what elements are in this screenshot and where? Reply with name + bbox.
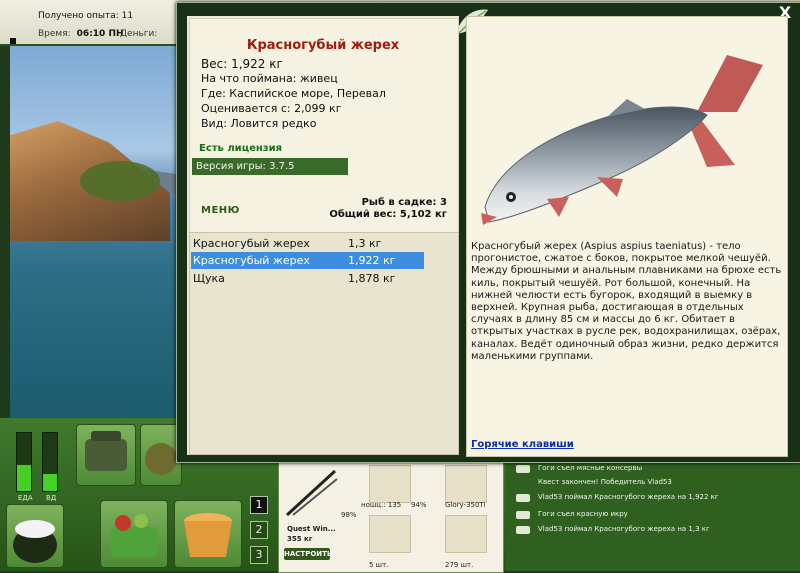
- log-icon: [516, 465, 530, 473]
- log-line: Vlad53 поймал Красногубого жереха на 1,3…: [538, 525, 710, 533]
- caught-with: На что поймана: живец: [201, 72, 338, 85]
- lure-slot[interactable]: [445, 465, 487, 503]
- reel-percent: 94%: [411, 501, 427, 509]
- cauldron-slot[interactable]: [6, 504, 64, 568]
- rod-count: 355 кг: [287, 535, 313, 543]
- fish-name-title: Красногубый жерех: [246, 38, 400, 53]
- slot-button-2[interactable]: 2: [250, 521, 268, 539]
- catch-list-row-selected[interactable]: Красногубый жерех 1,922 кг: [191, 252, 424, 269]
- total-weight: Общий вес: 5,102 кг: [329, 209, 447, 220]
- bucket-slot[interactable]: [174, 500, 242, 568]
- log-line: Гоги съел красную икру: [538, 510, 628, 518]
- fishing-rod-icon: [285, 469, 338, 517]
- lure-label: Glory-350Ti: [445, 501, 486, 509]
- catch-weight: 1,3 кг: [348, 237, 382, 250]
- drink-label: ВД: [46, 494, 57, 502]
- food-meter: [16, 432, 32, 492]
- catch-weight: 1,922 кг: [348, 254, 396, 267]
- reel-label: ношц.: 135: [361, 501, 402, 509]
- basket-slot[interactable]: [100, 500, 168, 568]
- menu-button[interactable]: МЕНЮ: [201, 205, 240, 216]
- time-readout: Время: 06:10 ПН: [38, 29, 124, 39]
- game-version: Версия игры: 3.7.5: [192, 158, 348, 175]
- log-line: Гоги съел мясные консервы: [538, 464, 643, 472]
- slot-button-1[interactable]: 1: [250, 496, 268, 514]
- event-log: Гоги съел мясные консервы Квест закончен…: [506, 462, 800, 571]
- cauldron-icon: [13, 520, 57, 563]
- slot-button-3[interactable]: 3: [250, 546, 268, 564]
- basket-icon: [111, 514, 157, 557]
- food-meter-fill: [17, 464, 31, 491]
- catch-name: Щука: [193, 272, 225, 285]
- log-icon: [516, 526, 530, 534]
- fish-description: Красногубый жерех (Aspius aspius taeniat…: [471, 241, 782, 362]
- catch-location: Где: Каспийское море, Перевал: [201, 87, 386, 100]
- tackle-box-icon: [85, 431, 127, 471]
- log-icon: [516, 511, 530, 519]
- status-bar-marker: [10, 38, 16, 44]
- fish-picture-panel: [466, 16, 788, 457]
- hook-slot[interactable]: [369, 515, 411, 553]
- drink-meter-fill: [43, 473, 57, 491]
- experience-text: Получено опыта: 11: [38, 11, 134, 21]
- money-label: Деньги:: [120, 29, 158, 39]
- food-bag-icon: [145, 443, 177, 475]
- bait-slot[interactable]: [445, 515, 487, 553]
- fish-image: [481, 55, 763, 225]
- hotkeys-link[interactable]: Горячие клавиши: [471, 439, 574, 450]
- catch-list-row[interactable]: Красногубый жерех 1,3 кг: [191, 235, 424, 252]
- log-line: Квест закончен! Победитель Vlad53: [538, 478, 672, 486]
- catch-name: Красногубый жерех: [193, 254, 310, 267]
- food-label: ЕДА: [18, 494, 33, 502]
- license-status: Есть лицензия: [199, 143, 283, 154]
- log-icon: [516, 494, 530, 502]
- catch-name: Красногубый жерех: [193, 237, 310, 250]
- fishing-scene[interactable]: [10, 46, 180, 418]
- tackle-box-slot[interactable]: [76, 424, 136, 486]
- drink-meter: [42, 432, 58, 492]
- bait-count: 279 шт.: [445, 561, 474, 569]
- setup-button[interactable]: НАСТРОИТЬ: [284, 548, 332, 560]
- fish-rarity: Вид: Ловится редко: [201, 117, 317, 130]
- rod-percent: 98%: [341, 511, 357, 519]
- catch-weight: 1,878 кг: [348, 272, 396, 285]
- rod-name: Quest Win...: [287, 525, 336, 533]
- time-label: Время:: [38, 29, 71, 39]
- log-line: Vlad53 поймал Красногубого жереха на 1,9…: [538, 493, 719, 501]
- fish-weight: Вес: 1,922 кг: [201, 57, 283, 71]
- valued-from: Оценивается с: 2,099 кг: [201, 102, 342, 115]
- shrub: [80, 161, 160, 201]
- bucket-icon: [184, 513, 232, 557]
- catch-list-row[interactable]: Щука 1,878 кг: [191, 270, 424, 287]
- fish-count: Рыб в садке: 3: [361, 197, 447, 208]
- hook-count: 5 шт.: [369, 561, 389, 569]
- reel-slot[interactable]: [369, 465, 411, 503]
- time-value: 06:10 ПН: [76, 29, 124, 39]
